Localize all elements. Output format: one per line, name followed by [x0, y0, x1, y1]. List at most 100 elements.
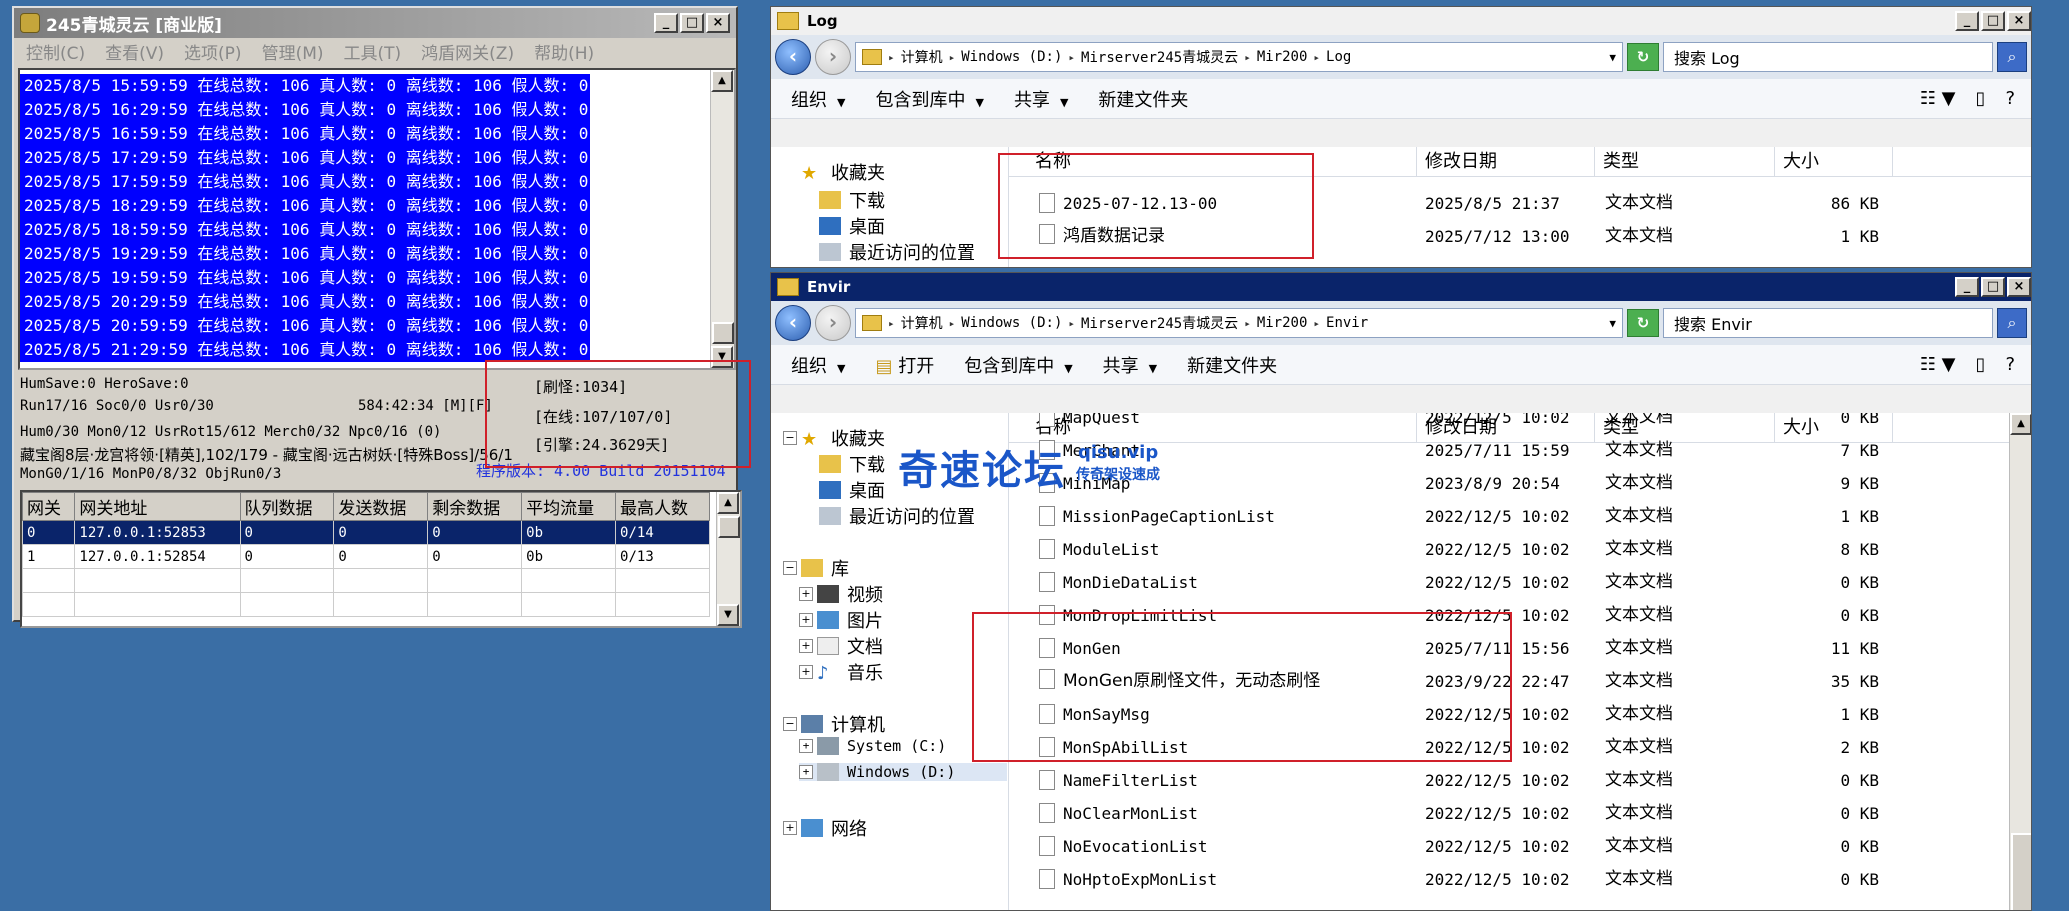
table-row[interactable]: 0 127.0.0.1:52853 0 0 0 0b 0/14	[22, 520, 710, 545]
file-row[interactable]: NoEvocationList 2022/12/5 10:02 文本文档 0 KB	[1009, 830, 2031, 863]
organize-button[interactable]: 组织 ▼	[791, 86, 845, 112]
breadcrumb-separator-icon[interactable]: ▸	[1313, 317, 1320, 330]
gateway-column-header[interactable]: 剩余数据	[427, 492, 523, 521]
include-library-button[interactable]: 包含到库中 ▼	[964, 352, 1072, 378]
maximize-button[interactable]: □	[1981, 277, 2005, 297]
breadcrumb-separator-icon[interactable]: ▸	[1244, 51, 1251, 64]
refresh-icon[interactable]: ↻	[1627, 43, 1659, 71]
envir-search-input[interactable]: 搜索 Envir	[1663, 308, 1993, 338]
search-icon[interactable]: ⌕	[1997, 42, 2027, 72]
file-row[interactable]: ModuleList 2022/12/5 10:02 文本文档 8 KB	[1009, 533, 2031, 566]
minimize-button[interactable]: _	[1955, 277, 1979, 297]
forward-arrow-icon[interactable]: ›	[815, 39, 851, 75]
scroll-thumb[interactable]	[718, 516, 740, 538]
menu-help[interactable]: 帮助(H)	[534, 39, 594, 64]
nav-recent[interactable]: 最近访问的位置	[819, 503, 975, 529]
breadcrumb-separator-icon[interactable]: ▸	[1068, 317, 1075, 330]
nav-downloads[interactable]: 下载	[819, 451, 885, 477]
expand-toggle-icon[interactable]: +	[783, 821, 797, 835]
gateway-column-header[interactable]: 最高人数	[615, 492, 710, 521]
file-row[interactable]: MonDieDataList 2022/12/5 10:02 文本文档 0 KB	[1009, 566, 2031, 599]
scroll-down-arrow-icon[interactable]: ▼	[717, 604, 739, 626]
breadcrumb-separator-icon[interactable]: ▸	[949, 51, 956, 64]
col-date[interactable]: 修改日期	[1417, 147, 1595, 177]
scroll-up-arrow-icon[interactable]: ▲	[711, 70, 733, 92]
server-window-titlebar[interactable]: 245青城灵云 [商业版] _ □ ×	[14, 8, 736, 38]
log-search-input[interactable]: 搜索 Log	[1663, 42, 1993, 72]
help-icon[interactable]: ?	[2005, 88, 2015, 109]
breadcrumb-item[interactable]: Windows (D:)	[961, 49, 1062, 65]
gateway-column-header[interactable]: 网关	[22, 492, 76, 521]
col-type[interactable]: 类型	[1595, 147, 1775, 177]
share-button[interactable]: 共享 ▼	[1103, 352, 1157, 378]
file-row[interactable]: NoHptoExpMonList 2022/12/5 10:02 文本文档 0 KB	[1009, 863, 2031, 896]
file-row[interactable]: MissionPageCaptionList 2022/12/5 10:02 文本文…	[1009, 500, 2031, 533]
file-row[interactable]: MiniMap 2023/8/9 20:54 文本文档 9 KB	[1009, 467, 2031, 500]
gateway-scrollbar[interactable]: ▲ ▼	[716, 492, 740, 626]
nav-drive-d[interactable]: + Windows (D:)	[799, 763, 1007, 781]
scroll-thumb[interactable]	[2011, 833, 2031, 910]
table-row[interactable]: 1 127.0.0.1:52854 0 0 0 0b 0/13	[22, 544, 710, 569]
maximize-button[interactable]: □	[1981, 11, 2005, 31]
breadcrumb-item[interactable]: 计算机	[901, 313, 943, 333]
back-arrow-icon[interactable]: ‹	[775, 305, 811, 341]
minimize-button[interactable]: _	[654, 13, 678, 33]
collapse-toggle-icon[interactable]: −	[783, 431, 797, 445]
nav-recent[interactable]: 最近访问的位置	[819, 239, 975, 265]
breadcrumb-separator-icon[interactable]: ▸	[888, 51, 895, 64]
collapse-toggle-icon[interactable]: −	[783, 717, 797, 731]
help-icon[interactable]: ?	[2005, 354, 2015, 375]
nav-desktop[interactable]: 桌面	[819, 213, 885, 239]
file-row[interactable]: MerChant 2025/7/11 15:59 文本文档 7 KB	[1009, 434, 2031, 467]
minimize-button[interactable]: _	[1955, 11, 1979, 31]
envir-explorer-titlebar[interactable]: Envir _ □ ×	[771, 273, 2031, 301]
envir-address-bar[interactable]: ▸ 计算机 ▸ Windows (D:) ▸ Mirserver245青城灵云 ▸ Mir20…	[855, 308, 1623, 338]
expand-toggle-icon[interactable]: +	[799, 739, 813, 753]
forward-arrow-icon[interactable]: ›	[815, 305, 851, 341]
file-row[interactable]: NameFilterList 2022/12/5 10:02 文本文档 0 KB	[1009, 764, 2031, 797]
gateway-column-header[interactable]: 队列数据	[239, 492, 335, 521]
log-scrollbar[interactable]: ▲ ▼	[710, 70, 734, 368]
breadcrumb-separator-icon[interactable]: ▸	[1244, 317, 1251, 330]
preview-pane-icon[interactable]: ▯	[1976, 354, 1986, 375]
nav-videos[interactable]: + 视频	[799, 581, 883, 607]
gateway-column-header[interactable]: 平均流量	[521, 492, 617, 521]
expand-toggle-icon[interactable]: +	[799, 639, 813, 653]
maximize-button[interactable]: □	[680, 13, 704, 33]
log-address-bar[interactable]: ▸ 计算机 ▸ Windows (D:) ▸ Mirserver245青城灵云 ▸ Mir20…	[855, 42, 1623, 72]
nav-pictures[interactable]: + 图片	[799, 607, 883, 633]
breadcrumb-item[interactable]: Mir200	[1257, 49, 1308, 65]
breadcrumb-item[interactable]: 计算机	[901, 47, 943, 67]
menu-options[interactable]: 选项(P)	[184, 39, 242, 64]
refresh-icon[interactable]: ↻	[1627, 309, 1659, 337]
nav-documents[interactable]: + 文档	[799, 633, 883, 659]
breadcrumb-item[interactable]: Windows (D:)	[961, 315, 1062, 331]
open-button[interactable]: ▤ 打开	[875, 352, 934, 378]
breadcrumb-item[interactable]: Mirserver245青城灵云	[1081, 313, 1238, 333]
gateway-column-header[interactable]: 网关地址	[74, 492, 241, 521]
breadcrumb-item[interactable]: Envir	[1326, 315, 1368, 331]
breadcrumb-separator-icon[interactable]: ▸	[1068, 51, 1075, 64]
menu-view[interactable]: 查看(V)	[105, 39, 164, 64]
breadcrumb-item[interactable]: Mirserver245青城灵云	[1081, 47, 1238, 67]
breadcrumb-item[interactable]: Log	[1326, 49, 1351, 65]
close-button[interactable]: ×	[706, 13, 730, 33]
file-row[interactable]: NoClearMonList 2022/12/5 10:02 文本文档 0 KB	[1009, 797, 2031, 830]
nav-network[interactable]: + 网络	[783, 815, 867, 841]
col-size[interactable]: 大小	[1775, 147, 1893, 177]
view-options-icon[interactable]: ☷ ▼	[1920, 354, 1956, 375]
breadcrumb-item[interactable]: Mir200	[1257, 315, 1308, 331]
file-row[interactable]: MapQuest 2022/12/5 10:02 文本文档 0 KB	[1009, 413, 2031, 434]
new-folder-button[interactable]: 新建文件夹	[1098, 86, 1188, 112]
menu-tools[interactable]: 工具(T)	[344, 39, 402, 64]
gateway-column-header[interactable]: 发送数据	[333, 492, 429, 521]
log-output[interactable]: 2025/8/5 15:59:59 在线总数: 106 真人数: 0 离线数: …	[18, 68, 736, 370]
nav-music[interactable]: + ♪ 音乐	[799, 659, 883, 685]
preview-pane-icon[interactable]: ▯	[1976, 88, 1986, 109]
nav-favorites[interactable]: ★ 收藏夹	[801, 159, 885, 185]
scroll-thumb[interactable]	[712, 322, 734, 344]
menu-control[interactable]: 控制(C)	[26, 39, 85, 64]
back-arrow-icon[interactable]: ‹	[775, 39, 811, 75]
expand-toggle-icon[interactable]: +	[799, 613, 813, 627]
expand-toggle-icon[interactable]: +	[799, 665, 813, 679]
